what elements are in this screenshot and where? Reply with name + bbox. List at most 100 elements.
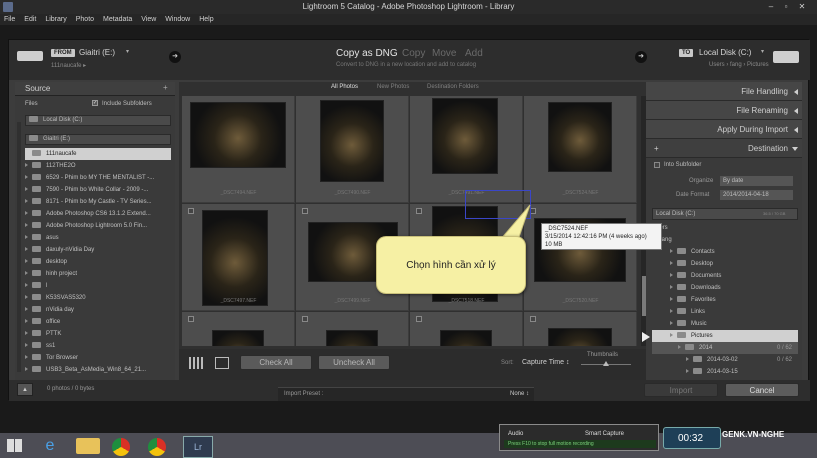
dest-tree-item[interactable]: 2014-03-02 0 / 62: [652, 354, 798, 366]
source-folder-item[interactable]: 7590 - Phim bo White Collar - 2009 -...: [25, 184, 171, 196]
photo-thumbnail[interactable]: [190, 102, 286, 168]
mode-add[interactable]: Add: [465, 48, 483, 59]
source-folder-item[interactable]: nVidia day: [25, 304, 171, 316]
dest-tree-item[interactable]: 2014-03-15: [652, 366, 798, 378]
source-folder-item[interactable]: 111naucafe: [25, 148, 171, 160]
expand-triangle-icon[interactable]: [670, 285, 673, 290]
menu-metadata[interactable]: Metadata: [103, 14, 132, 25]
expand-triangle-icon[interactable]: [25, 247, 28, 252]
photo-thumbnail[interactable]: [440, 330, 492, 346]
source-folder-item[interactable]: K53SVAS5320: [25, 292, 171, 304]
chrome-icon-2[interactable]: [148, 438, 166, 456]
photo-thumbnail[interactable]: [212, 330, 264, 346]
expand-triangle-icon[interactable]: [686, 357, 689, 362]
thumbnail-slider-handle[interactable]: [603, 361, 609, 366]
import-button[interactable]: Import: [644, 383, 718, 397]
loupe-view-icon[interactable]: [215, 357, 229, 369]
file-explorer-icon[interactable]: [76, 438, 100, 454]
file-handling-panel[interactable]: File Handling: [646, 82, 802, 101]
expand-triangle-icon[interactable]: [25, 331, 28, 336]
menu-edit[interactable]: Edit: [24, 14, 36, 25]
photo-thumbnail[interactable]: [320, 100, 384, 182]
expand-triangle-icon[interactable]: [25, 211, 28, 216]
expand-triangle-icon[interactable]: [678, 345, 681, 350]
mode-copy[interactable]: Copy: [402, 48, 425, 59]
giaitri-source[interactable]: Giaitri (E:): [25, 134, 171, 145]
dest-tree-item[interactable]: fang: [652, 234, 798, 246]
photo-thumbnail[interactable]: [202, 210, 268, 306]
tab-destination-folders[interactable]: Destination Folders: [427, 84, 479, 90]
into-subfolder-checkbox[interactable]: [654, 162, 660, 168]
minimize-icon[interactable]: –: [766, 2, 776, 11]
source-header[interactable]: Source: [15, 82, 175, 96]
include-subfolders-checkbox[interactable]: ✓: [92, 100, 98, 106]
photo-thumbnail[interactable]: [548, 328, 612, 346]
source-folder-item[interactable]: asus: [25, 232, 171, 244]
expand-triangle-icon[interactable]: [25, 343, 28, 348]
import-preset-dropdown[interactable]: None ↕: [510, 391, 529, 397]
dest-tree-item[interactable]: 2014 0 / 62: [652, 342, 798, 354]
source-folder-item[interactable]: Tor Browser: [25, 352, 171, 364]
source-folder-item[interactable]: USB3_Beta_AsMedia_Win8_64_21...: [25, 364, 171, 376]
source-folder-item[interactable]: hinh project: [25, 268, 171, 280]
sort-dropdown[interactable]: Capture Time ↕: [522, 359, 569, 366]
source-folder-item[interactable]: Adobe Photoshop CS6 13.1.2 Extend...: [25, 208, 171, 220]
mode-copy-as-dng[interactable]: Copy as DNG: [336, 48, 398, 59]
source-name[interactable]: Giaitri (E:): [79, 48, 115, 57]
photo-checkbox[interactable]: [188, 316, 194, 322]
chrome-icon[interactable]: [112, 438, 130, 456]
destination-panel[interactable]: + Destination: [646, 139, 802, 158]
organize-dropdown[interactable]: By date: [720, 176, 793, 186]
photo-cell[interactable]: [182, 312, 295, 346]
expand-triangle-icon[interactable]: [670, 249, 673, 254]
right-arrow-icon[interactable]: ➜: [635, 51, 647, 63]
source-folder-item[interactable]: l: [25, 280, 171, 292]
dest-tree-item[interactable]: Favorites: [652, 294, 798, 306]
apply-during-import-panel[interactable]: Apply During Import: [646, 120, 802, 139]
dest-tree-item[interactable]: Contacts: [652, 246, 798, 258]
file-renaming-panel[interactable]: File Renaming: [646, 101, 802, 120]
dest-name[interactable]: Local Disk (C:): [699, 48, 751, 57]
photo-thumbnail[interactable]: [432, 98, 498, 174]
photo-cell[interactable]: [524, 312, 637, 346]
menu-file[interactable]: File: [4, 14, 15, 25]
photo-checkbox[interactable]: [416, 208, 422, 214]
dest-tree-item[interactable]: Music: [652, 318, 798, 330]
expand-triangle-icon[interactable]: [25, 175, 28, 180]
source-folder-item[interactable]: daxuly-nVidia Day: [25, 244, 171, 256]
expand-triangle-icon[interactable]: [25, 367, 28, 372]
menu-help[interactable]: Help: [199, 14, 213, 25]
check-all-button[interactable]: Check All: [240, 355, 312, 370]
photo-thumbnail[interactable]: [326, 330, 378, 346]
windows-start-icon[interactable]: [7, 439, 22, 452]
add-source-icon[interactable]: +: [163, 83, 168, 92]
photo-cell[interactable]: _DSC7524.NEF: [524, 96, 637, 203]
photo-checkbox[interactable]: [188, 208, 194, 214]
expand-triangle-icon[interactable]: [25, 163, 28, 168]
expand-triangle-icon[interactable]: [670, 273, 673, 278]
menu-view[interactable]: View: [141, 14, 156, 25]
cancel-button[interactable]: Cancel: [725, 383, 799, 397]
photo-checkbox[interactable]: [530, 316, 536, 322]
expand-triangle-icon[interactable]: [25, 187, 28, 192]
photo-checkbox[interactable]: [416, 316, 422, 322]
source-folder-item[interactable]: Adobe Photoshop Lightroom 5.0 Fin...: [25, 220, 171, 232]
photo-cell[interactable]: _DSC7490.NEF: [296, 96, 409, 203]
photo-cell[interactable]: [410, 312, 523, 346]
photo-cell[interactable]: [296, 312, 409, 346]
left-arrow-icon[interactable]: ➜: [169, 51, 181, 63]
expand-triangle-icon[interactable]: [25, 223, 28, 228]
photo-checkbox[interactable]: [302, 208, 308, 214]
menu-window[interactable]: Window: [165, 14, 190, 25]
tab-new-photos[interactable]: New Photos: [377, 84, 409, 90]
photo-cell[interactable]: _DSC7494.NEF: [182, 96, 295, 203]
source-folder-item[interactable]: ss1: [25, 340, 171, 352]
source-folder-item[interactable]: PTTK: [25, 328, 171, 340]
dest-tree-item[interactable]: Documents: [652, 270, 798, 282]
expand-triangle-icon[interactable]: [670, 309, 673, 314]
source-folder-item[interactable]: 6529 - Phim bo MY THE MENTALIST -...: [25, 172, 171, 184]
maximize-icon[interactable]: ▫: [781, 2, 791, 11]
expand-triangle-icon[interactable]: [25, 283, 28, 288]
tab-all-photos[interactable]: All Photos: [331, 84, 358, 90]
expand-triangle-icon[interactable]: [25, 259, 28, 264]
